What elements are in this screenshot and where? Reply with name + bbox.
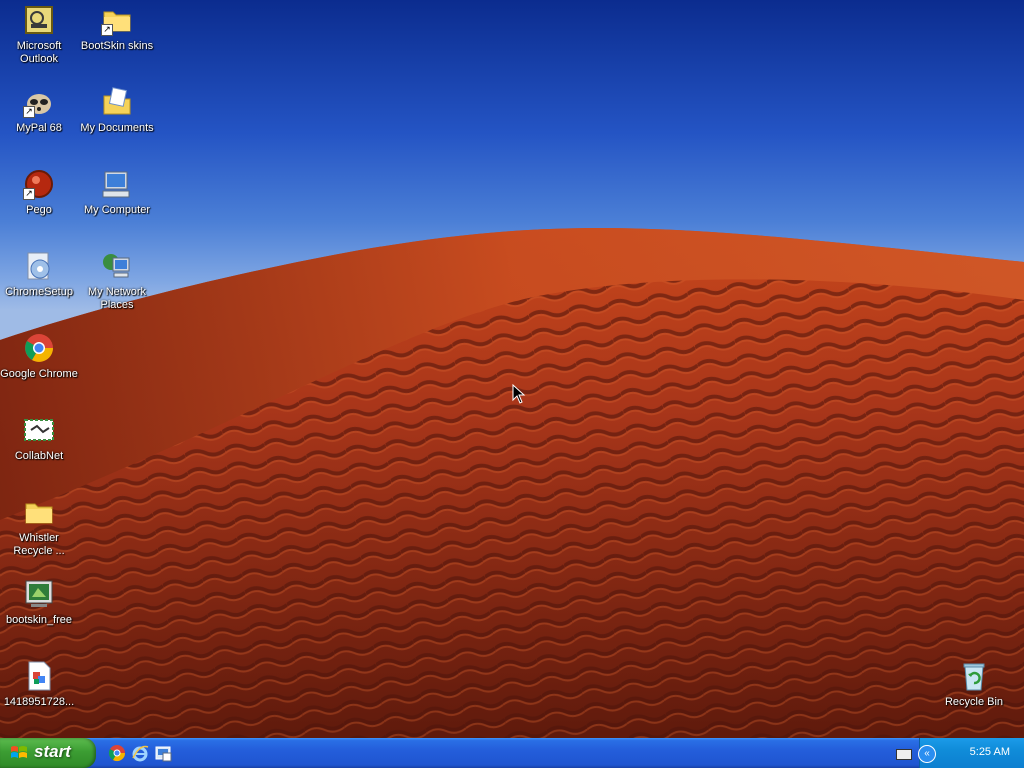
icon-label: BootSkin skins bbox=[80, 40, 154, 52]
system-tray: « 5:25 AM bbox=[896, 738, 1024, 768]
icon-label: Pego bbox=[26, 204, 52, 216]
bootskin-icon bbox=[23, 578, 55, 610]
collabnet-icon bbox=[23, 414, 55, 446]
chrome-icon bbox=[23, 332, 55, 364]
icon-label: 1418951728... bbox=[3, 696, 75, 708]
icon-label: Microsoft Outlook bbox=[16, 40, 62, 65]
desktop-icon-collabnet[interactable]: CollabNet bbox=[0, 414, 78, 463]
desktop-icon-recycle-bin[interactable]: Recycle Bin bbox=[935, 660, 1013, 709]
icon-label: Whistler Recycle ... bbox=[13, 532, 65, 557]
desktop-icon-my-documents[interactable]: My Documents bbox=[78, 86, 156, 135]
desktop-icon-my-network-places[interactable]: My Network Places bbox=[78, 250, 156, 312]
desktop-icon-pego[interactable]: ↗ Pego bbox=[0, 168, 78, 217]
shortcut-arrow-icon: ↗ bbox=[23, 188, 35, 200]
shortcut-arrow-icon: ↗ bbox=[23, 106, 35, 118]
icon-label: bootskin_free bbox=[5, 614, 73, 626]
folder-icon bbox=[23, 496, 55, 528]
show-hidden-icons-button[interactable]: « bbox=[918, 745, 936, 763]
pego-icon: ↗ bbox=[23, 168, 55, 200]
icon-label: My Computer bbox=[83, 204, 151, 216]
mypal-icon: ↗ bbox=[23, 86, 55, 118]
folder-icon: ↗ bbox=[101, 4, 133, 36]
icon-label: Recycle Bin bbox=[944, 696, 1004, 708]
desktop-icon-bootskin-skins[interactable]: ↗ BootSkin skins bbox=[78, 4, 156, 53]
desktop-icon-bootskin-free[interactable]: bootskin_free bbox=[0, 578, 78, 627]
icon-label: My Documents bbox=[80, 122, 154, 134]
chrome-icon[interactable] bbox=[108, 744, 126, 762]
my-computer-icon bbox=[101, 168, 133, 200]
start-button[interactable]: start bbox=[0, 738, 96, 768]
network-places-icon bbox=[101, 250, 133, 282]
shortcut-arrow-icon: ↗ bbox=[101, 24, 113, 36]
recycle-bin-icon bbox=[958, 660, 990, 692]
internet-explorer-icon[interactable] bbox=[131, 744, 149, 762]
taskbar: start « 5:25 AM bbox=[0, 738, 1024, 768]
chrome-setup-icon bbox=[23, 250, 55, 282]
desktop-icon-microsoft-outlook[interactable]: Microsoft Outlook bbox=[0, 4, 78, 66]
desktop-icon-image-file[interactable]: 1418951728... bbox=[0, 660, 78, 709]
outlook-icon bbox=[23, 4, 55, 36]
desktop-icon-google-chrome[interactable]: Google Chrome bbox=[0, 332, 78, 381]
desktop-icon-my-computer[interactable]: My Computer bbox=[78, 168, 156, 217]
icon-label: ChromeSetup bbox=[5, 286, 73, 298]
desktop-icon-whistler-recycle[interactable]: Whistler Recycle ... bbox=[0, 496, 78, 558]
desktop-icon-chromesetup[interactable]: ChromeSetup bbox=[0, 250, 78, 299]
my-documents-icon bbox=[101, 86, 133, 118]
start-label: start bbox=[34, 742, 71, 761]
clock[interactable]: 5:25 AM bbox=[970, 746, 1010, 758]
icon-label: MyPal 68 bbox=[16, 122, 62, 134]
show-desktop-icon[interactable] bbox=[154, 744, 172, 762]
image-file-icon bbox=[23, 660, 55, 692]
desktop-icon-mypal[interactable]: ↗ MyPal 68 bbox=[0, 86, 78, 135]
mouse-cursor-icon bbox=[512, 384, 526, 404]
icon-label: CollabNet bbox=[14, 450, 64, 462]
keyboard-icon[interactable] bbox=[896, 749, 912, 760]
icon-label: My Network Places bbox=[87, 286, 147, 311]
windows-logo-icon bbox=[11, 746, 27, 758]
icon-label: Google Chrome bbox=[0, 368, 78, 380]
